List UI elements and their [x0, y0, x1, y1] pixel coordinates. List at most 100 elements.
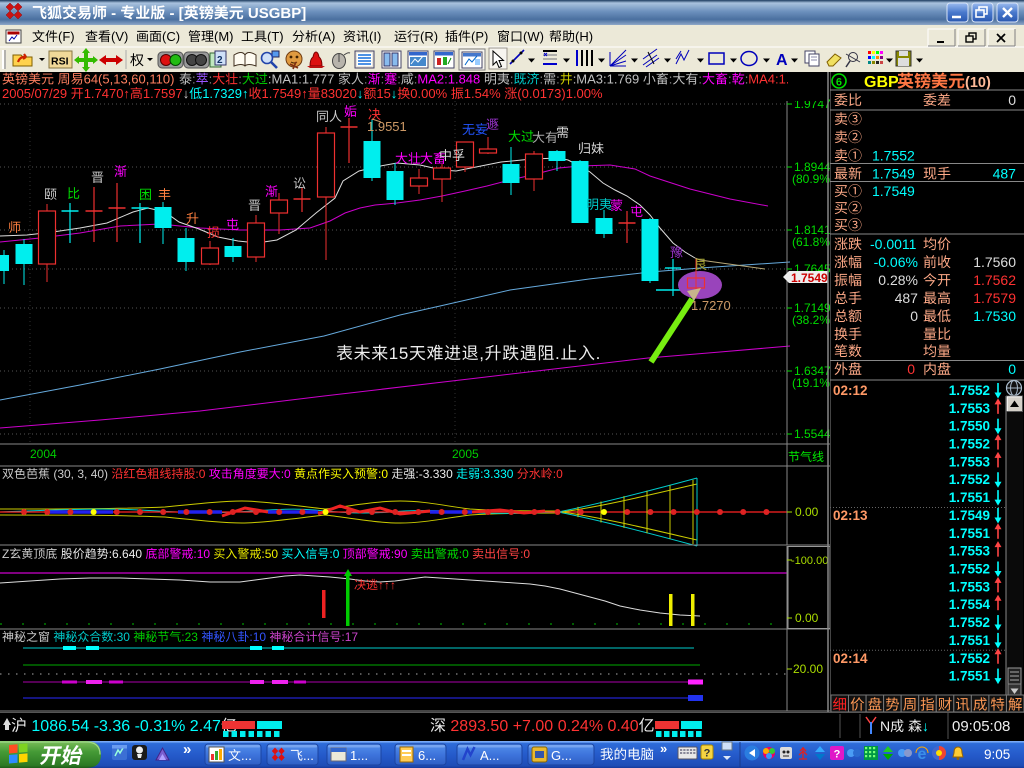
svg-text:487: 487 — [895, 290, 919, 306]
svg-text:(0.0173)1.00%: (0.0173)1.00% — [517, 86, 603, 101]
svg-text::MA1:1.777: :MA1:1.777 — [268, 72, 338, 87]
svg-text:-0.0011: -0.0011 — [870, 236, 917, 252]
svg-text:1.7554: 1.7554 — [949, 597, 991, 612]
svg-text:↑: ↑ — [123, 86, 129, 101]
svg-text:(10): (10) — [965, 75, 991, 91]
svg-text:.: . — [596, 344, 601, 363]
svg-text:1.7553: 1.7553 — [949, 579, 991, 594]
svg-text::10: :10 — [249, 630, 269, 644]
svg-text:(H): (H) — [575, 29, 593, 44]
svg-text::: : — [209, 72, 213, 87]
svg-text:0.00: 0.00 — [795, 505, 819, 519]
svg-text:(T): (T) — [267, 29, 284, 44]
svg-text::: : — [540, 72, 544, 87]
svg-text:487: 487 — [993, 166, 1017, 182]
svg-text:64(5,13,60,110): 64(5,13,60,110) — [84, 72, 178, 87]
svg-text:↓: ↓ — [357, 86, 364, 101]
svg-text::0: :0 — [553, 467, 563, 481]
svg-text:-3.36: -3.36 — [94, 718, 135, 735]
svg-text:1.7470: 1.7470 — [84, 86, 124, 101]
svg-text:1.7530: 1.7530 — [973, 308, 1016, 324]
svg-text:02:13: 02:13 — [833, 508, 868, 523]
svg-text:9:05: 9:05 — [984, 747, 1010, 762]
svg-text:15: 15 — [389, 344, 409, 363]
svg-text:1.7553: 1.7553 — [949, 544, 991, 559]
svg-text:1.7329: 1.7329 — [202, 86, 242, 101]
svg-text:G...: G... — [551, 748, 572, 763]
svg-text:1.7552: 1.7552 — [949, 437, 990, 452]
svg-text:(I): (I) — [369, 29, 381, 44]
svg-text:2.47: 2.47 — [190, 718, 221, 735]
svg-text:MA2:1.848: MA2:1.848 — [417, 72, 484, 87]
svg-text:1.7552: 1.7552 — [872, 148, 915, 164]
svg-text:1.54%: 1.54% — [464, 86, 504, 101]
svg-text::: : — [238, 72, 242, 87]
svg-text:(A): (A) — [318, 29, 335, 44]
svg-text:-100.00: -100.00 — [791, 555, 828, 567]
svg-text:1.7552: 1.7552 — [949, 472, 990, 487]
svg-text::: : — [192, 72, 196, 87]
svg-text:-: - — [107, 5, 120, 22]
svg-text:0.40: 0.40 — [608, 718, 639, 735]
svg-text:.: . — [555, 344, 560, 363]
svg-text::90: :90 — [391, 547, 411, 561]
svg-text:1.7549: 1.7549 — [949, 508, 990, 523]
svg-text:(W): (W) — [523, 29, 544, 44]
svg-text:0.00%: 0.00% — [410, 86, 450, 101]
svg-text:20.00: 20.00 — [793, 662, 823, 676]
svg-text:0.24%: 0.24% — [558, 718, 608, 735]
svg-text:↑↑↑: ↑↑↑ — [378, 578, 396, 592]
svg-text::0: :0 — [195, 467, 208, 481]
svg-text:1.9551: 1.9551 — [367, 119, 407, 134]
svg-text:1.5544: 1.5544 — [794, 427, 831, 441]
svg-text:-0.06%: -0.06% — [874, 254, 918, 270]
svg-text::: : — [364, 72, 368, 87]
svg-text:↑: ↑ — [301, 86, 308, 101]
svg-text:»: » — [660, 741, 667, 756]
svg-text::: : — [397, 72, 401, 87]
svg-text:1.7552: 1.7552 — [949, 615, 990, 630]
svg-text:1.7552: 1.7552 — [949, 651, 990, 666]
svg-text:1...: 1... — [350, 748, 368, 763]
svg-text:(F): (F) — [58, 29, 75, 44]
svg-text::23: :23 — [181, 630, 201, 644]
svg-text::0: :0 — [520, 547, 530, 561]
svg-text:1.7549: 1.7549 — [872, 166, 915, 182]
svg-text::0: :0 — [329, 547, 342, 561]
svg-text:83020: 83020 — [321, 86, 357, 101]
svg-text:Z: Z — [2, 547, 9, 561]
svg-text:(C): (C) — [162, 29, 180, 44]
svg-text:0.28%: 0.28% — [878, 272, 918, 288]
svg-text:...: ... — [241, 748, 252, 763]
svg-text:1086.54: 1086.54 — [31, 718, 93, 735]
svg-text:GBP: GBP — [864, 74, 899, 91]
svg-text:1.7562: 1.7562 — [973, 272, 1016, 288]
svg-text::3.330: :3.330 — [480, 467, 517, 481]
svg-text:1.7553: 1.7553 — [949, 401, 991, 416]
svg-text::: : — [381, 72, 385, 87]
svg-text:A...: A... — [480, 748, 500, 763]
svg-text::0: :0 — [378, 467, 391, 481]
svg-text:2004: 2004 — [30, 447, 57, 461]
svg-text:1.7550: 1.7550 — [949, 419, 990, 434]
svg-text:(M): (M) — [214, 29, 234, 44]
svg-text::30: :30 — [113, 630, 133, 644]
svg-text:(P): (P) — [471, 29, 488, 44]
svg-text:0: 0 — [907, 361, 915, 377]
svg-text:↓: ↓ — [922, 718, 929, 734]
svg-text:6: 6 — [836, 77, 842, 89]
svg-text:(V): (V) — [111, 29, 128, 44]
svg-text::MA3:1.769: :MA3:1.769 — [573, 72, 643, 87]
svg-text:0: 0 — [910, 308, 918, 324]
svg-text:0: 0 — [1008, 361, 1016, 377]
svg-text::10: :10 — [193, 547, 213, 561]
svg-text::6.640: :6.640 — [109, 547, 146, 561]
svg-text:2005: 2005 — [452, 447, 479, 461]
svg-text:↓: ↓ — [391, 86, 398, 101]
svg-text:0.00: 0.00 — [795, 611, 819, 625]
svg-text::: : — [669, 72, 673, 87]
svg-text:,: , — [479, 344, 484, 363]
svg-text:- [: - [ — [165, 5, 183, 22]
svg-text::17: :17 — [341, 630, 358, 644]
svg-text:1.7549: 1.7549 — [262, 86, 302, 101]
